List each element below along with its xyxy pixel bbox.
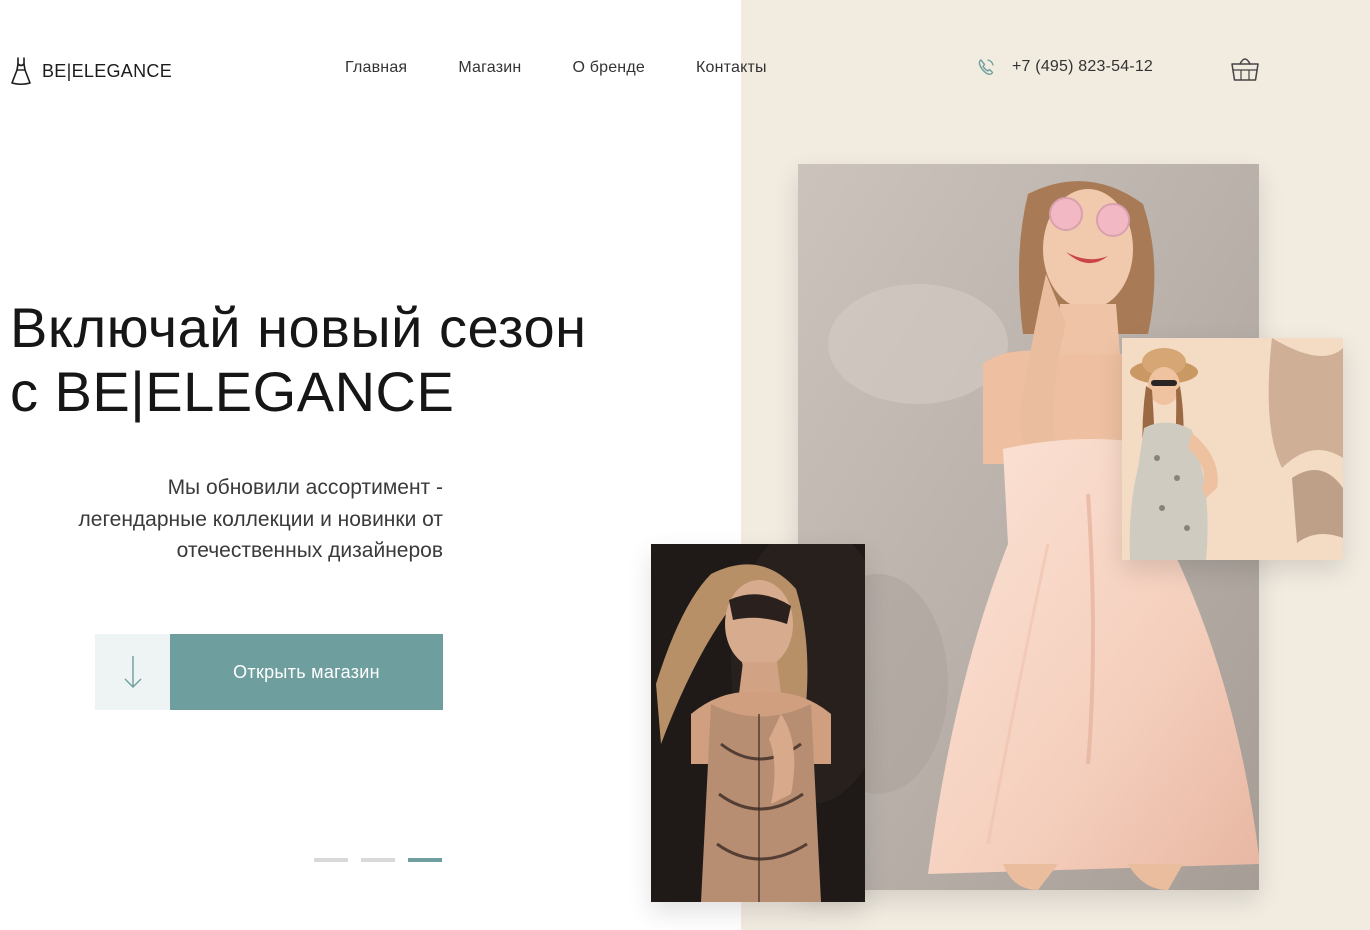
logo[interactable]: BE|ELEGANCE bbox=[10, 56, 172, 86]
landing-page: BE|ELEGANCE Главная Магазин О бренде Кон… bbox=[0, 0, 1370, 930]
arrow-down-icon bbox=[124, 656, 141, 688]
hero-photo-lace-mask bbox=[651, 544, 865, 902]
slider-pagination bbox=[314, 858, 442, 862]
phone-contact[interactable]: +7 (495) 823-54-12 bbox=[976, 57, 1153, 77]
phone-icon bbox=[978, 59, 994, 76]
hero-subtitle-line-3: отечественных дизайнеров bbox=[176, 539, 443, 562]
hero-title-line-1: Включай новый сезон bbox=[10, 296, 587, 359]
slider-dot-1[interactable] bbox=[314, 858, 348, 862]
slider-dot-2[interactable] bbox=[361, 858, 395, 862]
hero-photo-straw-hat bbox=[1122, 338, 1343, 560]
hero-subtitle-line-2: легендарные коллекции и новинки от bbox=[78, 507, 443, 531]
nav-item-shop[interactable]: Магазин bbox=[458, 59, 521, 77]
cart-button[interactable] bbox=[1229, 52, 1261, 84]
hero-title: Включай новый сезон с BE|ELEGANCE bbox=[10, 296, 587, 424]
nav-item-home[interactable]: Главная bbox=[345, 59, 407, 77]
phone-number: +7 (495) 823-54-12 bbox=[1012, 58, 1154, 75]
hero-title-line-2: с BE|ELEGANCE bbox=[10, 360, 455, 423]
nav-item-contacts[interactable]: Контакты bbox=[696, 59, 767, 77]
cta-group: Открыть магазин bbox=[95, 634, 443, 710]
open-shop-button[interactable]: Открыть магазин bbox=[170, 634, 443, 710]
shopping-basket-icon bbox=[1231, 58, 1259, 81]
hero-subtitle-line-1: Мы обновили ассортимент - bbox=[167, 476, 443, 499]
slider-dot-3[interactable] bbox=[408, 858, 442, 862]
main-nav: Главная Магазин О бренде Контакты bbox=[345, 59, 767, 77]
scroll-down-button[interactable] bbox=[95, 634, 170, 710]
nav-item-about-brand[interactable]: О бренде bbox=[572, 59, 645, 77]
logo-text: BE|ELEGANCE bbox=[42, 60, 173, 81]
dress-icon bbox=[11, 57, 31, 86]
hero-subtitle: Мы обновили ассортимент - легендарные ко… bbox=[10, 472, 443, 567]
